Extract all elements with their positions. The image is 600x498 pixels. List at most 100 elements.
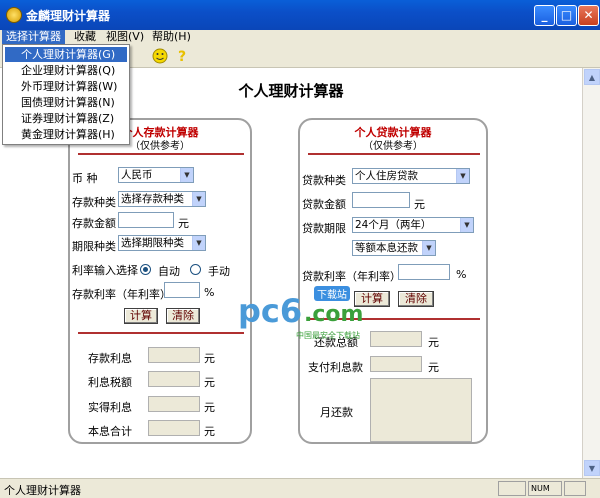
repayment-method-select[interactable]: 等额本息还款 ▼ bbox=[352, 240, 436, 256]
loan-subtitle: （仅供参考） bbox=[363, 141, 423, 152]
repayment-method-value: 等额本息还款 bbox=[355, 242, 418, 254]
monthly-payment-label: 月还款 bbox=[320, 406, 353, 419]
chevron-down-icon: ▼ bbox=[180, 168, 193, 182]
unit-label: 元 bbox=[178, 217, 189, 230]
deposit-amount-label: 存款金额 bbox=[72, 217, 116, 230]
unit-label: 元 bbox=[204, 425, 215, 438]
loan-amount-label: 贷款金额 bbox=[302, 198, 346, 211]
status-panel bbox=[564, 481, 586, 496]
rate-auto-radio[interactable] bbox=[140, 264, 151, 275]
menu-item-securities[interactable]: 证券理财计算器(Z) bbox=[5, 111, 127, 126]
interest-tax-output bbox=[148, 371, 200, 387]
interest-paid-output bbox=[370, 356, 422, 372]
menu-help[interactable]: 帮助(H) bbox=[148, 30, 195, 44]
net-interest-output bbox=[148, 396, 200, 412]
watermark-brand: pc6 bbox=[238, 292, 303, 330]
loan-type-label: 贷款种类 bbox=[302, 174, 346, 187]
scroll-down-icon[interactable]: ▼ bbox=[584, 460, 600, 476]
loan-type-value: 个人住房贷款 bbox=[355, 170, 418, 182]
menu-item-foreign-currency[interactable]: 外币理财计算器(W) bbox=[5, 79, 127, 94]
chevron-down-icon: ▼ bbox=[192, 192, 205, 206]
chevron-down-icon: ▼ bbox=[456, 169, 469, 183]
loan-rate-label: 贷款利率（年利率） bbox=[302, 270, 401, 283]
currency-label: 币 种 bbox=[72, 172, 98, 185]
rate-auto-label: 自动 bbox=[158, 265, 180, 278]
loan-panel: 个人贷款计算器 （仅供参考） 贷款种类 个人住房贷款 ▼ 贷款金额 元 贷款期限 … bbox=[298, 118, 488, 444]
minimize-button[interactable]: _ bbox=[534, 5, 555, 26]
unit-label: 元 bbox=[428, 361, 439, 374]
deposit-rate-label: 存款利率（年利率） bbox=[72, 288, 171, 301]
loan-period-label: 贷款期限 bbox=[302, 222, 346, 235]
unit-label: 元 bbox=[414, 198, 425, 211]
rate-mode-label: 利率输入选择 bbox=[72, 264, 138, 277]
result-label: 存款利息 bbox=[88, 352, 132, 365]
window-title: 金麟理财计算器 bbox=[26, 9, 111, 23]
deposit-type-label: 存款种类 bbox=[72, 196, 116, 209]
currency-value: 人民币 bbox=[121, 169, 153, 181]
unit-label: 元 bbox=[428, 336, 439, 349]
help-icon[interactable]: ? bbox=[174, 48, 190, 64]
loan-clear-button[interactable]: 清除 bbox=[398, 291, 434, 307]
interest-paid-label: 支付利息款 bbox=[308, 361, 363, 374]
result-label: 本息合计 bbox=[88, 425, 132, 438]
currency-select[interactable]: 人民币 ▼ bbox=[118, 167, 194, 183]
vertical-scrollbar[interactable]: ▲ ▼ bbox=[582, 68, 600, 478]
repay-total-output bbox=[370, 331, 422, 347]
unit-label: 元 bbox=[204, 376, 215, 389]
rate-manual-radio[interactable] bbox=[190, 264, 201, 275]
deposit-type-value: 选择存款种类 bbox=[121, 193, 184, 205]
menu-view[interactable]: 视图(V) bbox=[102, 30, 148, 44]
deposit-panel: 个人存款计算器 （仅供参考） 币 种 人民币 ▼ 存款种类 选择存款种类 ▼ 存款金… bbox=[68, 118, 252, 444]
divider bbox=[78, 153, 244, 155]
total-output bbox=[148, 420, 200, 436]
loan-amount-input[interactable] bbox=[352, 192, 410, 208]
percent-label: % bbox=[456, 268, 467, 281]
result-label: 利息税额 bbox=[88, 376, 132, 389]
chevron-down-icon: ▼ bbox=[422, 241, 435, 255]
period-type-select[interactable]: 选择期限种类 ▼ bbox=[118, 235, 206, 251]
deposit-clear-button[interactable]: 清除 bbox=[166, 308, 200, 324]
period-type-value: 选择期限种类 bbox=[121, 237, 184, 249]
smiley-icon[interactable] bbox=[152, 48, 168, 64]
deposit-amount-input[interactable] bbox=[118, 212, 174, 228]
monthly-payment-output bbox=[370, 378, 472, 442]
app-icon bbox=[6, 7, 22, 23]
deposit-calculate-button[interactable]: 计算 bbox=[124, 308, 158, 324]
divider bbox=[78, 332, 244, 334]
percent-label: % bbox=[204, 286, 215, 299]
deposit-type-select[interactable]: 选择存款种类 ▼ bbox=[118, 191, 206, 207]
result-label: 实得利息 bbox=[88, 401, 132, 414]
status-panel bbox=[498, 481, 526, 496]
num-lock-indicator: NUM bbox=[528, 481, 562, 496]
menu-select-calculator[interactable]: 选择计算器 bbox=[2, 30, 65, 44]
close-button[interactable]: ✕ bbox=[578, 5, 599, 26]
loan-period-value: 24个月（两年） bbox=[355, 219, 432, 231]
title-bar: 金麟理财计算器 _ □ ✕ bbox=[0, 0, 600, 30]
menu-item-gold[interactable]: 黄金理财计算器(H) bbox=[5, 127, 127, 142]
menu-item-treasury-bond[interactable]: 国债理财计算器(N) bbox=[5, 95, 127, 110]
watermark-caption: 中国最安全下载站 bbox=[296, 331, 360, 340]
loan-rate-input[interactable] bbox=[398, 264, 450, 280]
scroll-up-icon[interactable]: ▲ bbox=[584, 69, 600, 85]
status-bar: 个人理财计算器 NUM bbox=[0, 478, 600, 498]
divider bbox=[308, 153, 480, 155]
loan-type-select[interactable]: 个人住房贷款 ▼ bbox=[352, 168, 470, 184]
menu-bar: 选择计算器 收藏 视图(V) 帮助(H) bbox=[0, 30, 600, 44]
menu-item-personal[interactable]: 个人理财计算器(G) bbox=[5, 47, 127, 62]
menu-item-enterprise[interactable]: 企业理财计算器(Q) bbox=[5, 63, 127, 78]
deposit-rate-input[interactable] bbox=[164, 282, 200, 298]
unit-label: 元 bbox=[204, 352, 215, 365]
menu-favorites[interactable]: 收藏 bbox=[70, 30, 100, 44]
deposit-interest-output bbox=[148, 347, 200, 363]
rate-manual-label: 手动 bbox=[208, 265, 230, 278]
period-type-label: 期限种类 bbox=[72, 240, 116, 253]
status-text: 个人理财计算器 bbox=[4, 484, 81, 497]
chevron-down-icon: ▼ bbox=[460, 218, 473, 232]
unit-label: 元 bbox=[204, 401, 215, 414]
loan-period-select[interactable]: 24个月（两年） ▼ bbox=[352, 217, 474, 233]
calculator-menu-dropdown: 个人理财计算器(G) 企业理财计算器(Q) 外币理财计算器(W) 国债理财计算器… bbox=[2, 44, 130, 145]
maximize-button[interactable]: □ bbox=[556, 5, 577, 26]
chevron-down-icon: ▼ bbox=[192, 236, 205, 250]
svg-text:?: ? bbox=[178, 49, 186, 64]
watermark-domain: .com bbox=[304, 302, 364, 327]
